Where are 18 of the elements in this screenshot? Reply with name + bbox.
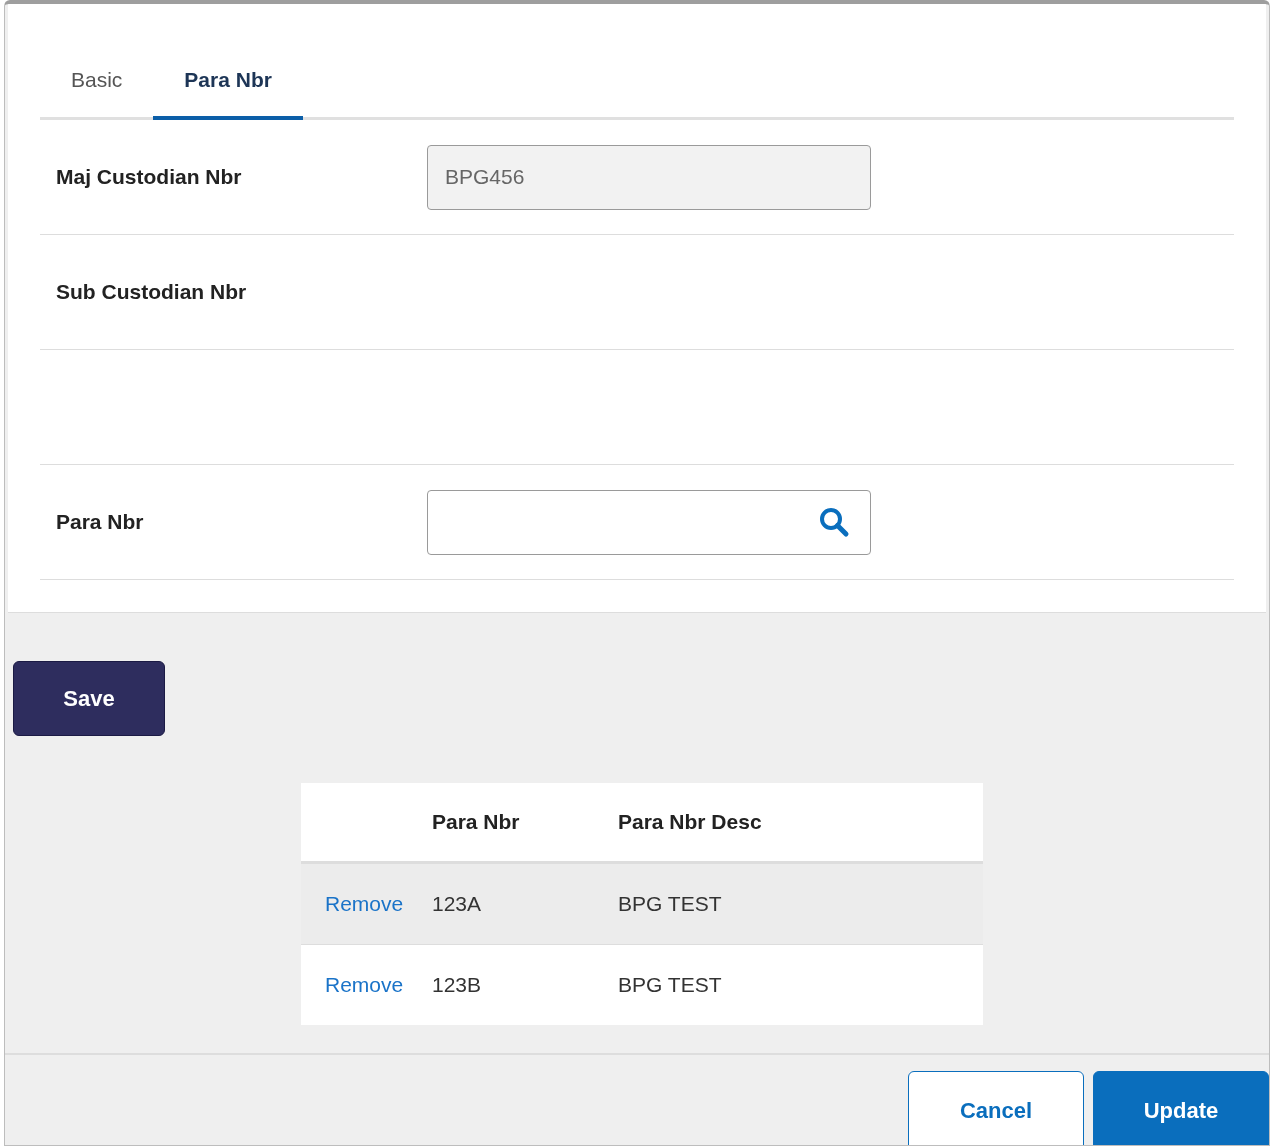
- update-button[interactable]: Update: [1093, 1071, 1269, 1145]
- column-header: Para Nbr Desc: [618, 810, 762, 834]
- table-cell: BPG TEST: [618, 892, 722, 916]
- tab[interactable]: Para Nbr: [153, 44, 303, 120]
- tab[interactable]: Basic: [40, 44, 154, 120]
- field-label: Para Nbr: [56, 510, 145, 534]
- table-cell: BPG TEST: [618, 973, 722, 997]
- remove-link[interactable]: Remove: [325, 973, 404, 996]
- field-label: Maj Custodian Nbr: [56, 165, 243, 189]
- save-button[interactable]: Save: [13, 661, 165, 736]
- search-field[interactable]: [427, 489, 871, 555]
- cancel-button[interactable]: Cancel: [908, 1071, 1084, 1145]
- table-cell-text: 123B: [432, 973, 483, 997]
- remove-link[interactable]: Remove: [325, 892, 404, 915]
- table-cell-text: 123A: [432, 892, 483, 916]
- column-header: Para Nbr: [432, 810, 521, 834]
- search-icon[interactable]: [818, 506, 850, 538]
- field-label: Sub Custodian Nbr: [56, 280, 248, 304]
